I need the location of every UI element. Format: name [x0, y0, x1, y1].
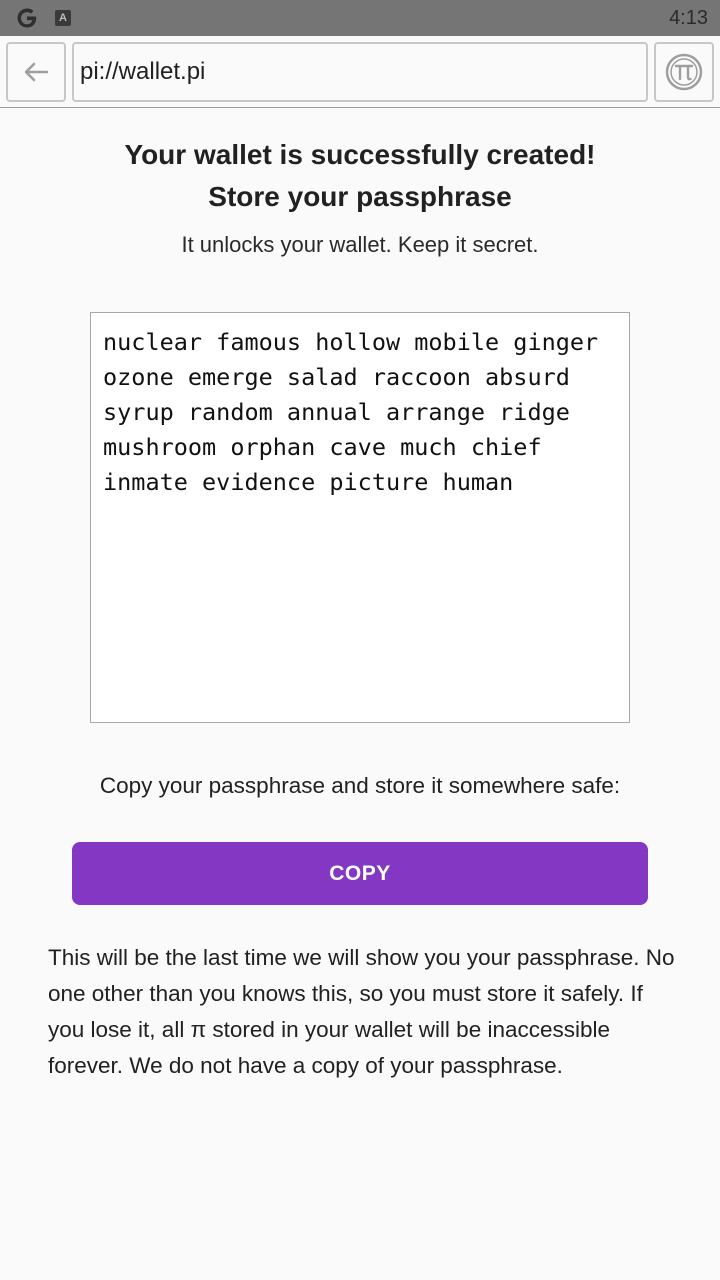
- title-line-1: Your wallet is successfully created!: [124, 139, 596, 170]
- back-button[interactable]: [6, 42, 66, 102]
- url-text: pi://wallet.pi: [80, 58, 206, 85]
- url-field[interactable]: pi://wallet.pi: [72, 42, 648, 102]
- pi-browser-button[interactable]: [654, 42, 714, 102]
- google-icon: [17, 8, 37, 28]
- app-a-icon: A: [55, 10, 71, 26]
- status-bar: A 4:13: [0, 0, 720, 36]
- title-line-2: Store your passphrase: [208, 181, 512, 212]
- arrow-left-icon: [24, 62, 49, 82]
- copy-button[interactable]: COPY: [72, 842, 648, 905]
- pi-logo-icon: [665, 53, 703, 91]
- copy-hint-text: Copy your passphrase and store it somewh…: [99, 773, 621, 798]
- warning-text: This will be the last time we will show …: [48, 945, 675, 1078]
- clock: 4:13: [669, 7, 708, 29]
- page-subtitle: It unlocks your wallet. Keep it secret.: [181, 232, 539, 257]
- passphrase-textarea[interactable]: nuclear famous hollow mobile ginger ozon…: [90, 312, 630, 723]
- page-title: Your wallet is successfully created! Sto…: [0, 134, 720, 218]
- browser-toolbar: pi://wallet.pi: [0, 36, 720, 108]
